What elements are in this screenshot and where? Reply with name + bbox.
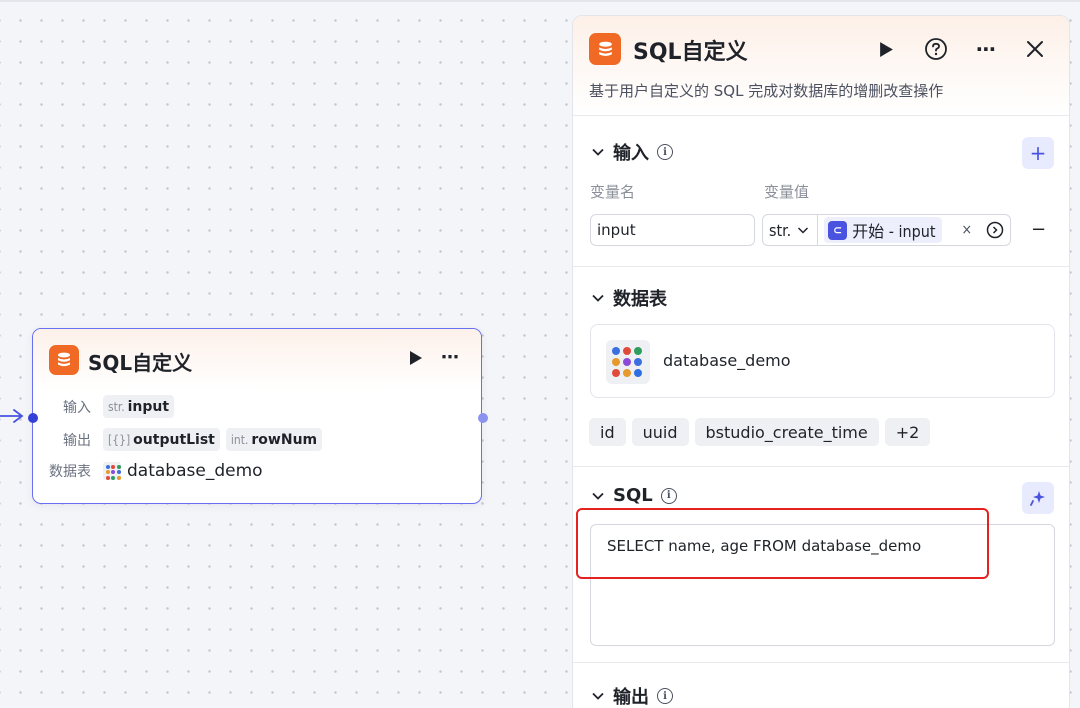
panel-description: 基于用户自定义的 SQL 完成对数据库的增删改查操作 [589, 82, 944, 100]
incoming-edge-arrow-icon [0, 409, 24, 423]
section-title: 输出 [613, 687, 649, 708]
database-grid-icon [103, 462, 121, 480]
sql-editor[interactable]: SELECT name, age FROM database_demo [590, 524, 1055, 646]
chevron-down-icon[interactable] [591, 291, 605, 305]
database-icon [49, 345, 79, 375]
section-title: 输入 [613, 143, 649, 164]
play-icon [879, 41, 893, 57]
param-name: input [127, 398, 170, 415]
more-options-button[interactable]: ⋯ [973, 36, 999, 62]
variable-name-input[interactable]: input [590, 214, 755, 246]
sql-custom-node[interactable]: SQL自定义 ⋯ 输入 str. input 输出 [{}] outputLis… [28, 328, 488, 504]
panel-header [573, 16, 1069, 116]
type-label: [{}] [108, 432, 131, 447]
info-icon[interactable]: i [660, 487, 677, 504]
db-label: 数据表 [49, 464, 91, 480]
database-icon [589, 33, 621, 65]
run-button[interactable] [873, 36, 899, 62]
info-icon[interactable]: i [657, 144, 673, 160]
section-title: 数据表 [613, 289, 667, 310]
output-port[interactable] [478, 413, 488, 423]
section-divider [573, 466, 1069, 467]
add-input-button[interactable]: + [1022, 137, 1054, 169]
panel-title: SQL自定义 [633, 40, 748, 65]
field-tag: bstudio_create_time [694, 418, 879, 446]
node-title: SQL自定义 [88, 351, 193, 375]
type-label: str. [108, 399, 125, 414]
param-name: rowNum [251, 431, 318, 448]
output-param-tag: [{}] outputList [103, 428, 220, 451]
close-button[interactable] [1022, 36, 1048, 62]
section-divider [573, 662, 1069, 663]
chevron-down-icon[interactable] [591, 489, 605, 503]
section-divider [573, 266, 1069, 267]
close-icon [1027, 41, 1043, 57]
output-param-tag: int. rowNum [225, 428, 323, 451]
info-icon[interactable]: i [657, 688, 673, 704]
type-select-value: str. [769, 220, 792, 240]
input-section-header[interactable]: 输入 i [591, 139, 673, 165]
input-label: 输入 [63, 399, 91, 416]
more-icon[interactable]: ⋯ [441, 347, 460, 368]
sql-section-header[interactable]: SQL i [591, 485, 677, 506]
node-config-panel: SQL自定义 ⋯ 基于用户自定义的 SQL 完成对数据库的增删改查操作 输入 i… [572, 15, 1070, 708]
database-name: database_demo [663, 351, 791, 370]
node-output-row: 输出 [{}] outputList int. rowNum [49, 428, 323, 451]
database-grid-icon [606, 340, 650, 384]
field-tag: uuid [631, 418, 689, 446]
database-card[interactable]: database_demo [590, 324, 1055, 398]
play-icon[interactable] [409, 350, 423, 366]
question-icon [925, 38, 947, 60]
chevron-down-icon[interactable] [591, 689, 605, 703]
help-button[interactable] [923, 36, 949, 62]
variable-picker-icon[interactable] [986, 221, 1004, 239]
more-fields-tag[interactable]: +2 [884, 418, 931, 446]
input-port[interactable] [28, 413, 38, 423]
output-label: 输出 [63, 432, 91, 449]
node-input-row: 输入 str. input [49, 395, 175, 418]
variable-value-field[interactable]: str. ⊂ 开始 - input × [762, 214, 1011, 246]
reference-label: 开始 - input [852, 222, 936, 241]
reference-chip[interactable]: ⊂ 开始 - input [824, 217, 942, 243]
chevron-down-icon [798, 227, 809, 234]
db-name: database_demo [127, 461, 263, 481]
sql-query-text: SELECT name, age FROM database_demo [607, 537, 922, 555]
field-tag-list: id uuid bstudio_create_time +2 [589, 418, 931, 446]
chevron-down-icon[interactable] [591, 145, 605, 159]
ai-generate-sql-button[interactable] [1022, 482, 1054, 514]
section-title: SQL [613, 485, 653, 506]
type-label: int. [230, 432, 249, 447]
more-icon: ⋯ [976, 37, 996, 61]
variable-name-value: input [597, 221, 636, 239]
clear-reference-icon[interactable]: × [962, 222, 973, 238]
field-tag: id [589, 418, 626, 446]
remove-input-button[interactable]: − [1031, 219, 1046, 240]
sparkle-icon [1030, 491, 1045, 506]
reference-icon: ⊂ [828, 220, 848, 240]
col-label-value: 变量值 [764, 183, 810, 201]
node-db-row: 数据表 database_demo [49, 461, 263, 481]
col-label-name: 变量名 [590, 183, 636, 201]
plus-icon: + [1029, 141, 1047, 165]
top-border [0, 0, 1080, 2]
input-param-tag: str. input [103, 395, 175, 418]
divider [817, 214, 819, 246]
param-name: outputList [133, 431, 215, 448]
type-select[interactable]: str. [769, 221, 809, 240]
table-section-header[interactable]: 数据表 [591, 285, 667, 311]
output-section-header[interactable]: 输出 i [591, 683, 673, 708]
